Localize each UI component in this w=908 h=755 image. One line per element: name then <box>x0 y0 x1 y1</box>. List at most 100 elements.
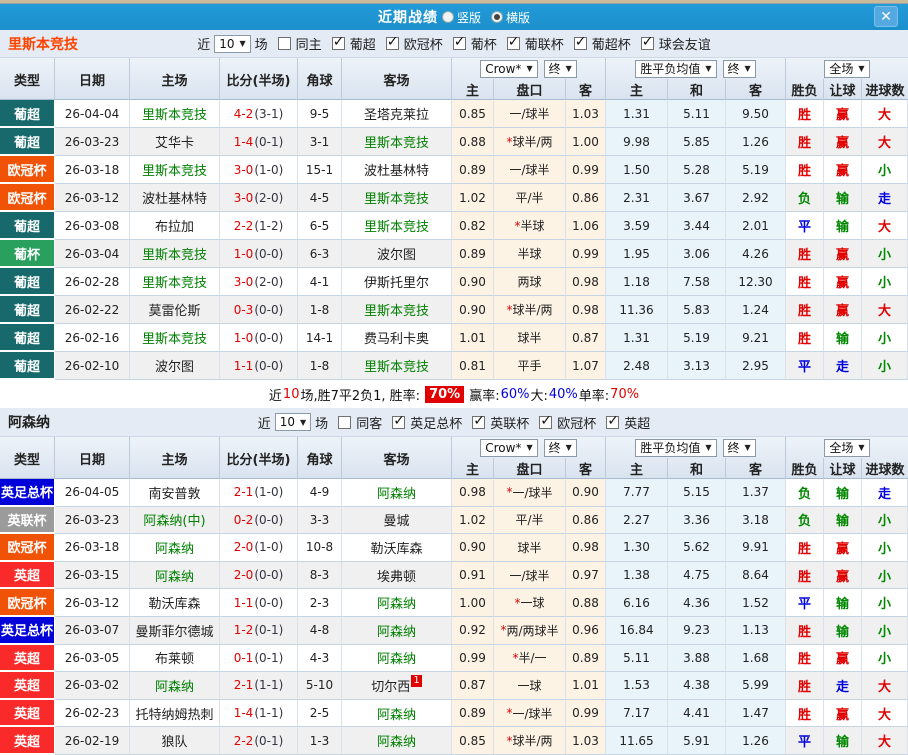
league-badge: 葡超 <box>0 268 55 296</box>
col-handicap-result: 让球 <box>824 458 862 479</box>
result-goals: 大 <box>862 128 908 156</box>
league-checkbox-label[interactable]: 葡联杯 <box>525 34 564 53</box>
corners: 1-8 <box>298 296 342 324</box>
score: 2-1 (1-0) <box>220 479 298 507</box>
match-date: 26-02-22 <box>55 296 130 324</box>
avg-home: 3.59 <box>606 212 668 240</box>
handicap: 平手 <box>494 352 566 380</box>
result-wdl: 胜 <box>786 561 824 590</box>
col-date: 日期 <box>55 437 130 479</box>
away-team: 埃弗顿 <box>342 561 452 590</box>
close-icon[interactable]: ✕ <box>874 6 898 27</box>
home-team: 里斯本竞技 <box>130 268 220 296</box>
result-goals: 大 <box>862 296 908 324</box>
col-handicap-result: 让球 <box>824 79 862 100</box>
league-checkbox-葡联杯[interactable] <box>506 34 520 50</box>
avg-draw: 3.44 <box>668 212 726 240</box>
odds-final-select-0[interactable]: 终 ▼ <box>543 59 577 78</box>
league-checkbox-label[interactable]: 欧冠杯 <box>404 34 443 53</box>
avg-away: 9.21 <box>726 324 786 352</box>
home-team: 波尔图 <box>130 352 220 380</box>
avg-home: 1.30 <box>606 534 668 562</box>
avg-final-select-1[interactable]: 终 ▼ <box>722 438 756 457</box>
score: 0-1 (0-1) <box>220 644 298 673</box>
league-badge: 欧冠杯 <box>0 156 55 184</box>
odds-home: 1.02 <box>452 506 494 535</box>
league-checkbox-label[interactable]: 葡杯 <box>471 34 497 53</box>
league-badge: 英超 <box>0 644 55 673</box>
home-team: 里斯本竞技 <box>130 324 220 352</box>
league-checkbox-欧冠杯[interactable] <box>385 34 399 50</box>
league-checkbox-label[interactable]: 英超 <box>624 413 650 432</box>
match-count-select-1[interactable]: 10 ▼ <box>274 413 312 431</box>
league-badge: 英超 <box>0 699 55 728</box>
odds-away: 0.99 <box>566 240 606 268</box>
league-checkbox-label[interactable]: 葡超杯 <box>592 34 631 53</box>
league-checkbox-英联杯[interactable] <box>472 413 486 429</box>
league-checkbox-label[interactable]: 葡超 <box>350 34 376 53</box>
corners: 1-8 <box>298 352 342 380</box>
result-handicap: 输 <box>824 727 862 755</box>
result-goals: 小 <box>862 644 908 673</box>
result-wdl: 胜 <box>786 644 824 673</box>
league-checkbox-英超[interactable] <box>606 413 620 429</box>
result-wdl: 胜 <box>786 128 824 156</box>
league-checkbox-英足总杯[interactable] <box>392 413 406 429</box>
radio-icon-selected[interactable] <box>491 11 503 23</box>
match-date: 26-03-23 <box>55 506 130 535</box>
match-count-select-0[interactable]: 10 ▼ <box>214 34 251 53</box>
avg-select-0[interactable]: 胜平负均值 ▼ <box>635 59 717 78</box>
fulltime-select-1[interactable]: 全场 ▼ <box>824 438 870 457</box>
same-venue-checkbox[interactable] <box>338 415 352 429</box>
recent-results-panel: 近期战绩 竖版 横版 ✕ 里斯本竞技 近 10▼ 场 同主 葡超欧冠杯葡杯葡联杯… <box>0 0 908 755</box>
score: 0-2 (0-0) <box>220 506 298 535</box>
match-date: 26-02-19 <box>55 727 130 755</box>
result-wdl: 负 <box>786 479 824 507</box>
avg-select-1[interactable]: 胜平负均值 ▼ <box>635 438 717 457</box>
result-wdl: 胜 <box>786 324 824 352</box>
match-date: 26-04-04 <box>55 100 130 128</box>
odds-home: 0.87 <box>452 672 494 700</box>
same-venue-checkbox[interactable] <box>277 37 291 50</box>
same-venue-label[interactable]: 同客 <box>356 413 382 432</box>
score: 3-0 (2-0) <box>220 268 298 296</box>
result-wdl: 胜 <box>786 156 824 184</box>
odds-source-select-1[interactable]: Crow* ▼ <box>480 438 538 457</box>
league-checkbox-label[interactable]: 欧冠杯 <box>557 413 596 432</box>
radio-horizontal-layout[interactable]: 横版 <box>491 9 530 26</box>
avg-final-select-0[interactable]: 终 ▼ <box>722 59 756 78</box>
avg-draw: 5.91 <box>668 727 726 755</box>
odds-final-select-1[interactable]: 终 ▼ <box>543 438 577 457</box>
corners: 4-9 <box>298 479 342 507</box>
result-wdl: 胜 <box>786 616 824 645</box>
corners: 4-1 <box>298 268 342 296</box>
radio-vertical-layout[interactable]: 竖版 <box>441 9 481 26</box>
match-date: 26-03-07 <box>55 616 130 645</box>
league-checkbox-label[interactable]: 英联杯 <box>490 413 529 432</box>
league-checkbox-球会友谊[interactable] <box>640 34 654 50</box>
corners: 15-1 <box>298 156 342 184</box>
fulltime-select-0[interactable]: 全场 ▼ <box>824 59 870 78</box>
odds-away: 1.03 <box>566 100 606 128</box>
away-team: 波尔图 <box>342 240 452 268</box>
league-checkbox-葡超杯[interactable] <box>573 34 587 50</box>
odds-away: 0.98 <box>566 534 606 562</box>
handicap: 平/半 <box>494 506 566 535</box>
summary-text: 赢率: <box>469 388 500 404</box>
league-checkbox-label[interactable]: 英足总杯 <box>410 413 462 432</box>
result-wdl: 负 <box>786 184 824 212</box>
league-checkbox-欧冠杯[interactable] <box>539 413 553 429</box>
away-team: 里斯本竞技 <box>342 352 452 380</box>
radio-icon[interactable] <box>441 11 454 23</box>
same-venue-label[interactable]: 同主 <box>296 34 322 53</box>
avg-draw: 3.88 <box>668 644 726 673</box>
league-checkbox-葡超[interactable] <box>331 34 345 50</box>
result-handicap: 输 <box>824 212 862 240</box>
summary-text: 单率: <box>578 388 610 404</box>
odds-source-select-0[interactable]: Crow* ▼ <box>480 59 538 78</box>
league-checkbox-葡杯[interactable] <box>452 34 466 50</box>
result-goals: 小 <box>862 240 908 268</box>
col-home: 主场 <box>130 437 220 479</box>
handicap: * 两/两球半 <box>494 616 566 645</box>
league-checkbox-label[interactable]: 球会友谊 <box>659 34 711 53</box>
